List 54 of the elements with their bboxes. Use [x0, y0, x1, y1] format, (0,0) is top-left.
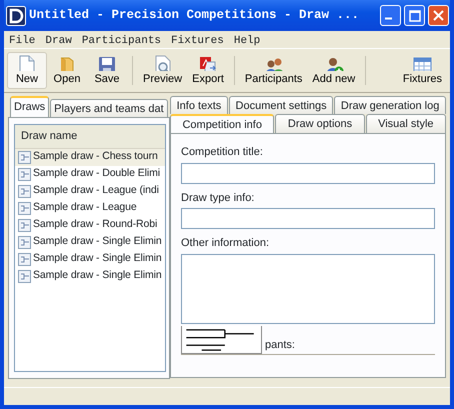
app-icon: [6, 6, 26, 26]
toolbar-button[interactable]: Add new: [307, 52, 360, 89]
draw-document-icon: [17, 184, 32, 198]
minimize-icon: [385, 17, 392, 20]
menu-item[interactable]: Fixtures: [171, 33, 224, 46]
draw-document-icon: [17, 234, 32, 250]
tab[interactable]: Visual style: [366, 114, 446, 133]
draw-document-icon: [17, 166, 32, 182]
close-button[interactable]: [428, 5, 449, 26]
draw-document-icon: [17, 200, 32, 216]
field-label: Competition title:: [181, 145, 264, 160]
tab[interactable]: Draws: [10, 96, 50, 117]
draw-list-item[interactable]: Sample draw - Chess tourn: [15, 148, 165, 166]
toolbar-button[interactable]: New: [7, 52, 47, 89]
toolbar-button[interactable]: Export: [187, 52, 229, 89]
draw-document-icon: [17, 252, 32, 266]
window-title: Untitled - Precision Competitions - Draw ...: [29, 7, 360, 24]
draw-list-item[interactable]: Sample draw - League: [15, 200, 165, 216]
input-field[interactable]: [181, 162, 435, 184]
draw-list-item[interactable]: Sample draw - Single Elimin: [15, 234, 165, 250]
close-icon: [433, 10, 444, 21]
tab[interactable]: Players and teams dat: [50, 99, 168, 117]
menu-item[interactable]: File: [9, 33, 36, 46]
minimize-button[interactable]: [380, 5, 401, 26]
tab[interactable]: Competition info: [170, 114, 274, 133]
field-label: Other information:: [181, 236, 270, 251]
tab[interactable]: Draw generation log: [334, 96, 446, 114]
tab[interactable]: Document settings: [228, 96, 334, 114]
menu-item[interactable]: Participants: [82, 33, 162, 46]
draw-list-item[interactable]: Sample draw - Round-Robi: [15, 216, 165, 234]
table-icon: [411, 55, 434, 70]
draw-list-item[interactable]: Sample draw - Single Elimin: [15, 268, 165, 284]
draw-document-icon: [17, 150, 32, 164]
input-field[interactable]: [181, 208, 435, 229]
menu-item[interactable]: Help: [234, 33, 260, 46]
toolbar-button[interactable]: Open: [47, 52, 87, 89]
field-label: pants:: [265, 338, 295, 353]
column-header[interactable]: Draw name: [15, 125, 165, 148]
tab[interactable]: Info texts: [170, 96, 228, 114]
toolbar-button[interactable]: Preview: [138, 52, 188, 89]
text-area[interactable]: [181, 254, 435, 324]
toolbar-button[interactable]: Fixtures: [398, 52, 447, 89]
draw-list-item[interactable]: Sample draw - Double Elimi: [15, 166, 165, 182]
draw-document-icon: [17, 218, 32, 232]
field-label: Draw type info:: [181, 190, 256, 206]
tab[interactable]: Draw options: [275, 114, 365, 133]
draw-document-icon: [17, 268, 32, 284]
toolbar-button[interactable]: Participants: [240, 52, 308, 89]
draw-list-item[interactable]: Sample draw - Single Elimin: [15, 250, 165, 268]
draw-list-item[interactable]: Sample draw - League (indi: [15, 182, 165, 200]
menu-item[interactable]: Draw: [45, 33, 72, 46]
maximize-icon: [408, 10, 420, 22]
toolbar-button[interactable]: Save: [87, 52, 127, 89]
maximize-button[interactable]: [404, 5, 425, 26]
